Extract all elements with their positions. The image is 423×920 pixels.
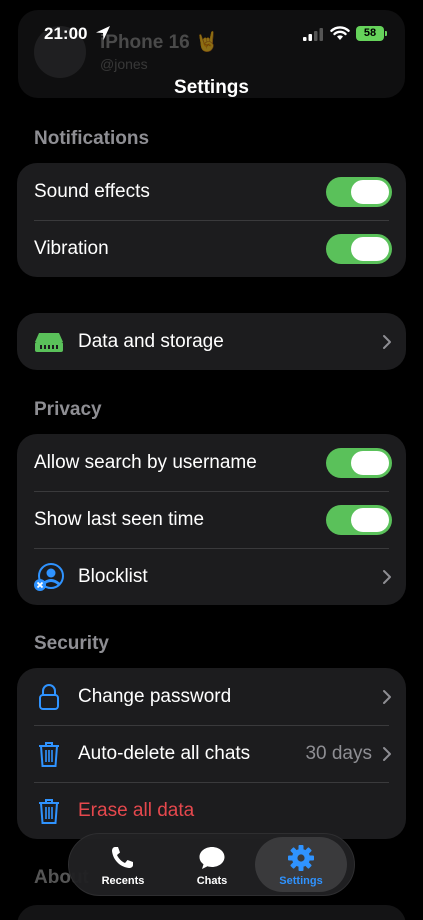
trash-icon <box>34 796 64 826</box>
section-title-security: Security <box>34 633 109 654</box>
erase-data-row[interactable]: Erase all data <box>17 782 406 839</box>
vibration-toggle[interactable] <box>326 233 392 264</box>
last-seen-toggle[interactable] <box>326 504 392 535</box>
tab-chats-label: Chats <box>196 875 228 887</box>
auto-delete-label: Auto-delete all chats <box>78 742 251 764</box>
blocked-user-icon <box>34 562 64 592</box>
data-storage-label: Data and storage <box>78 330 224 352</box>
section-title-notifications: Notifications <box>34 128 150 149</box>
sound-effects-label: Sound effects <box>34 180 150 202</box>
sound-effects-toggle[interactable] <box>326 176 392 207</box>
security-group: Change password Auto-delete all chats 30… <box>17 668 406 839</box>
vibration-row: Vibration <box>17 220 406 277</box>
cellular-signal-icon <box>303 28 323 41</box>
chevron-right-icon <box>383 334 391 349</box>
vibration-label: Vibration <box>34 237 109 259</box>
sound-effects-row: Sound effects <box>17 163 406 220</box>
status-bar: 21:00 58 <box>0 0 423 70</box>
toggle-knob <box>351 236 389 261</box>
auto-delete-row[interactable]: Auto-delete all chats 30 days <box>17 725 406 782</box>
section-title-privacy: Privacy <box>34 399 102 420</box>
auto-delete-value: 30 days <box>305 742 372 764</box>
storage-group: Data and storage <box>17 313 406 370</box>
chevron-right-icon <box>383 689 391 704</box>
data-storage-row[interactable]: Data and storage <box>17 313 406 370</box>
chevron-right-icon <box>383 569 391 584</box>
about-group <box>17 905 406 920</box>
lock-icon <box>34 682 64 712</box>
last-seen-row: Show last seen time <box>17 491 406 548</box>
erase-data-label: Erase all data <box>78 799 195 821</box>
toggle-knob <box>351 450 389 475</box>
blocklist-row[interactable]: Blocklist <box>17 548 406 605</box>
tab-recents-label: Recents <box>101 875 145 887</box>
status-time: 21:00 <box>44 24 88 43</box>
notifications-group: Sound effects Vibration <box>17 163 406 277</box>
tab-recents[interactable]: Recents <box>77 834 169 895</box>
toggle-knob <box>351 507 389 532</box>
wifi-icon <box>330 26 350 40</box>
allow-search-label: Allow search by username <box>34 451 257 473</box>
privacy-group: Allow search by username Show last seen … <box>17 434 406 605</box>
chat-bubble-icon <box>199 847 225 869</box>
location-arrow-icon <box>96 26 110 40</box>
change-password-row[interactable]: Change password <box>17 668 406 725</box>
allow-search-row: Allow search by username <box>17 434 406 491</box>
page-title: Settings <box>174 77 249 98</box>
battery-indicator: 58 <box>356 26 387 41</box>
tab-chats[interactable]: Chats <box>166 834 258 895</box>
gear-icon <box>288 845 314 871</box>
chevron-right-icon <box>383 746 391 761</box>
tab-settings[interactable]: Settings <box>255 837 347 892</box>
storage-drive-icon <box>34 327 64 357</box>
tab-bar: Recents Chats Settings <box>68 833 355 896</box>
change-password-label: Change password <box>78 685 232 707</box>
tab-settings-label: Settings <box>279 875 323 887</box>
phone-icon <box>112 847 133 868</box>
toggle-knob <box>351 179 389 204</box>
blocklist-label: Blocklist <box>78 565 148 587</box>
last-seen-label: Show last seen time <box>34 508 205 530</box>
allow-search-toggle[interactable] <box>326 447 392 478</box>
trash-icon <box>34 739 64 769</box>
